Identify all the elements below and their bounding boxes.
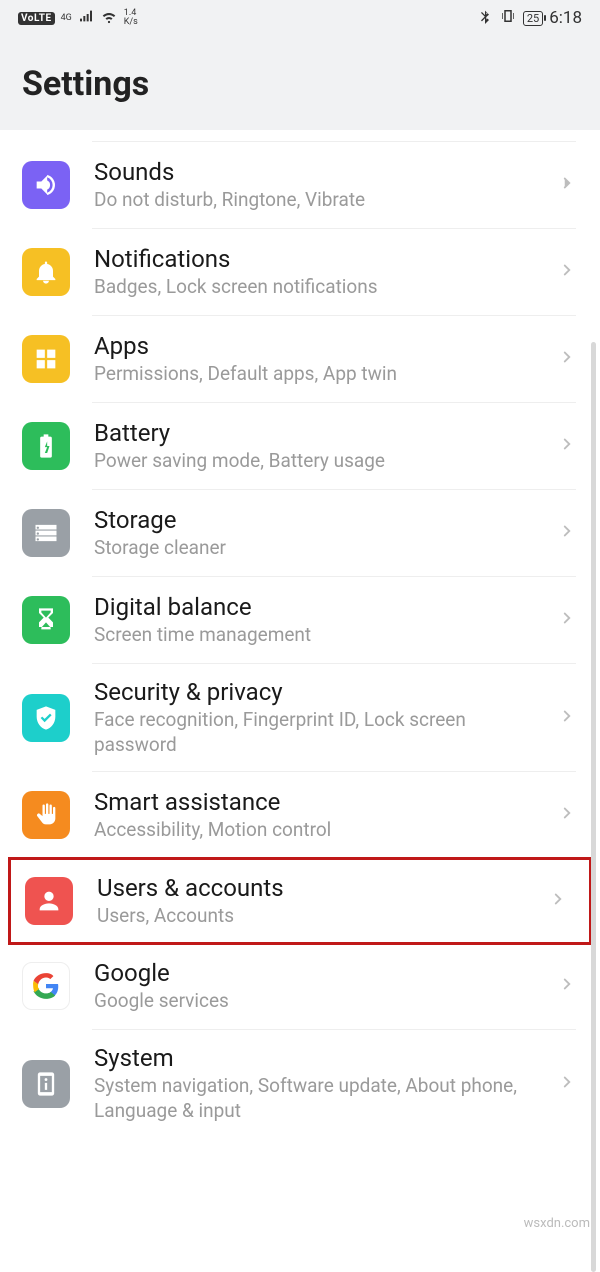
chevron-right-icon bbox=[558, 522, 576, 544]
page-title: Settings bbox=[22, 64, 578, 104]
item-subtitle: System navigation, Software update, Abou… bbox=[94, 1074, 550, 1123]
chevron-right-icon bbox=[558, 609, 576, 631]
volte-badge: VoLTE bbox=[18, 12, 55, 25]
chevron-right-icon bbox=[558, 707, 576, 729]
clock: 6:18 bbox=[549, 8, 582, 28]
item-title: Smart assistance bbox=[94, 788, 550, 816]
settings-item-digital-balance[interactable]: Digital balance Screen time management bbox=[0, 577, 600, 663]
chevron-right-icon bbox=[558, 261, 576, 283]
item-subtitle: Badges, Lock screen notifications bbox=[94, 275, 550, 300]
item-subtitle: Face recognition, Fingerprint ID, Lock s… bbox=[94, 708, 550, 757]
partial-previous-row bbox=[92, 130, 576, 142]
item-title: System bbox=[94, 1044, 550, 1072]
settings-item-google[interactable]: Google Google services bbox=[0, 943, 600, 1029]
chevron-right-icon bbox=[558, 174, 576, 196]
hand-icon bbox=[22, 791, 70, 839]
chevron-right-icon bbox=[558, 435, 576, 457]
watermark: wsxdn.com bbox=[524, 1216, 590, 1231]
settings-header: Settings bbox=[0, 36, 600, 130]
chevron-right-icon bbox=[558, 348, 576, 370]
settings-item-sounds[interactable]: Sounds Do not disturb, Ringtone, Vibrate bbox=[0, 142, 600, 228]
sound-icon bbox=[22, 161, 70, 209]
item-subtitle: Permissions, Default apps, App twin bbox=[94, 362, 550, 387]
network-indicator: 4G bbox=[61, 14, 72, 23]
chevron-right-icon bbox=[558, 975, 576, 997]
status-bar: VoLTE 4G 1.4 K/s 25 6:18 bbox=[0, 0, 600, 36]
item-title: Users & accounts bbox=[97, 874, 541, 902]
vibrate-icon bbox=[499, 7, 517, 29]
apps-icon bbox=[22, 335, 70, 383]
item-title: Sounds bbox=[94, 158, 550, 186]
battery-indicator: 25 bbox=[523, 11, 543, 26]
item-subtitle: Do not disturb, Ringtone, Vibrate bbox=[94, 188, 550, 213]
item-subtitle: Storage cleaner bbox=[94, 536, 550, 561]
chevron-right-icon bbox=[558, 1073, 576, 1095]
item-title: Digital balance bbox=[94, 593, 550, 621]
battery-icon bbox=[22, 422, 70, 470]
scrollbar[interactable] bbox=[591, 342, 596, 1272]
signal-icon bbox=[78, 8, 94, 28]
phone-info-icon bbox=[22, 1060, 70, 1108]
item-subtitle: Power saving mode, Battery usage bbox=[94, 449, 550, 474]
item-subtitle: Users, Accounts bbox=[97, 904, 541, 929]
item-subtitle: Accessibility, Motion control bbox=[94, 818, 550, 843]
settings-list: Sounds Do not disturb, Ringtone, Vibrate… bbox=[0, 142, 600, 1138]
wifi-icon bbox=[100, 7, 118, 29]
settings-item-storage[interactable]: Storage Storage cleaner bbox=[0, 490, 600, 576]
item-subtitle: Screen time management bbox=[94, 623, 550, 648]
item-title: Battery bbox=[94, 419, 550, 447]
chevron-right-icon bbox=[558, 804, 576, 826]
user-icon bbox=[25, 877, 73, 925]
google-icon bbox=[22, 962, 70, 1010]
item-title: Security & privacy bbox=[94, 678, 550, 706]
item-title: Google bbox=[94, 959, 550, 987]
chevron-right-icon bbox=[549, 890, 567, 912]
settings-item-users-accounts[interactable]: Users & accounts Users, Accounts bbox=[25, 872, 575, 930]
item-title: Storage bbox=[94, 506, 550, 534]
shield-icon bbox=[22, 694, 70, 742]
settings-item-system[interactable]: System System navigation, Software updat… bbox=[0, 1030, 600, 1137]
highlight-box: Users & accounts Users, Accounts bbox=[8, 857, 592, 945]
bell-icon bbox=[22, 248, 70, 296]
bluetooth-icon bbox=[477, 8, 493, 28]
hourglass-icon bbox=[22, 596, 70, 644]
settings-item-smart-assistance[interactable]: Smart assistance Accessibility, Motion c… bbox=[0, 772, 600, 858]
settings-item-notifications[interactable]: Notifications Badges, Lock screen notifi… bbox=[0, 229, 600, 315]
item-subtitle: Google services bbox=[94, 989, 550, 1014]
settings-item-security-privacy[interactable]: Security & privacy Face recognition, Fin… bbox=[0, 664, 600, 771]
item-title: Apps bbox=[94, 332, 550, 360]
item-title: Notifications bbox=[94, 245, 550, 273]
settings-item-apps[interactable]: Apps Permissions, Default apps, App twin bbox=[0, 316, 600, 402]
settings-item-battery[interactable]: Battery Power saving mode, Battery usage bbox=[0, 403, 600, 489]
data-speed: 1.4 K/s bbox=[124, 9, 138, 27]
storage-icon bbox=[22, 509, 70, 557]
